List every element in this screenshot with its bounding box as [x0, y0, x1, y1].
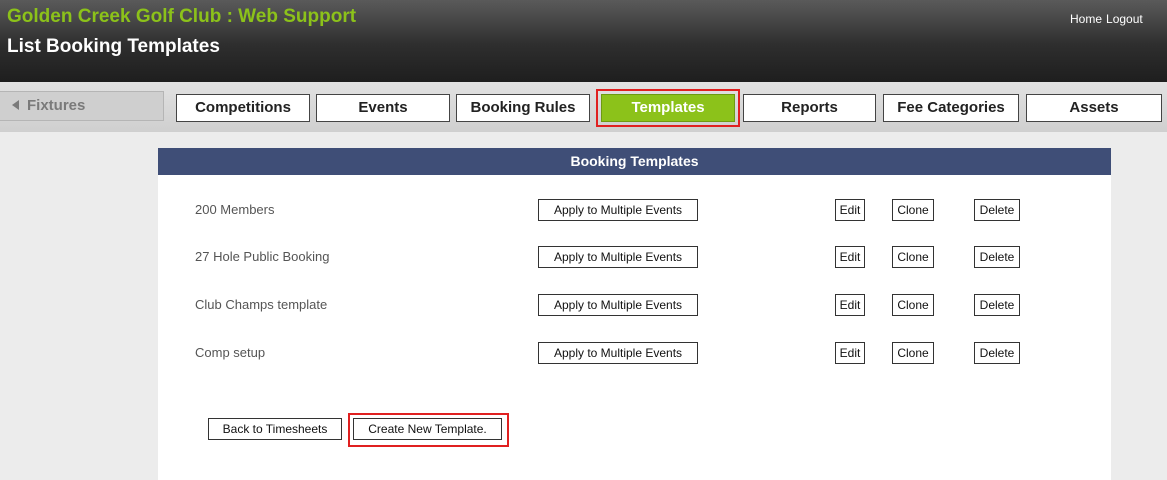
- clone-button[interactable]: Clone: [892, 294, 934, 316]
- edit-button[interactable]: Edit: [835, 294, 865, 316]
- app-header: Golden Creek Golf Club : Web Support Lis…: [0, 0, 1167, 82]
- template-name: 27 Hole Public Booking: [195, 249, 330, 264]
- tab-reports[interactable]: Reports: [743, 94, 876, 122]
- clone-button[interactable]: Clone: [892, 199, 934, 221]
- edit-button[interactable]: Edit: [835, 246, 865, 268]
- tab-events[interactable]: Events: [316, 94, 450, 122]
- clone-button[interactable]: Clone: [892, 342, 934, 364]
- page-title: List Booking Templates: [7, 36, 220, 57]
- template-name: Club Champs template: [195, 297, 328, 312]
- delete-button[interactable]: Delete: [974, 294, 1020, 316]
- apply-multiple-events-button[interactable]: Apply to Multiple Events: [538, 294, 698, 316]
- clone-button[interactable]: Clone: [892, 246, 934, 268]
- create-template-highlight: [348, 413, 509, 447]
- delete-button[interactable]: Delete: [974, 199, 1020, 221]
- back-to-timesheets-button[interactable]: Back to Timesheets: [208, 418, 342, 440]
- fixtures-back-button[interactable]: Fixtures: [0, 91, 164, 121]
- apply-multiple-events-button[interactable]: Apply to Multiple Events: [538, 342, 698, 364]
- delete-button[interactable]: Delete: [974, 342, 1020, 364]
- booking-templates-panel: Booking Templates 200 Members Apply to M…: [158, 148, 1111, 480]
- back-arrow-icon: [12, 100, 19, 110]
- apply-multiple-events-button[interactable]: Apply to Multiple Events: [538, 246, 698, 268]
- apply-multiple-events-button[interactable]: Apply to Multiple Events: [538, 199, 698, 221]
- panel-title: Booking Templates: [158, 148, 1111, 175]
- tab-booking-rules[interactable]: Booking Rules: [456, 94, 590, 122]
- template-name: 200 Members: [195, 202, 275, 217]
- delete-button[interactable]: Delete: [974, 246, 1020, 268]
- logout-link[interactable]: Logout: [1106, 12, 1143, 26]
- club-title: Golden Creek Golf Club : Web Support: [7, 6, 357, 27]
- edit-button[interactable]: Edit: [835, 342, 865, 364]
- edit-button[interactable]: Edit: [835, 199, 865, 221]
- top-links: Home Logout: [1070, 12, 1143, 26]
- nav-bar: Fixtures Competitions Events Booking Rul…: [0, 82, 1167, 132]
- tab-competitions[interactable]: Competitions: [176, 94, 310, 122]
- tab-assets[interactable]: Assets: [1026, 94, 1162, 122]
- templates-highlight: [596, 89, 740, 127]
- fixtures-label: Fixtures: [27, 97, 86, 114]
- home-link[interactable]: Home: [1070, 12, 1102, 26]
- tab-fee-categories[interactable]: Fee Categories: [883, 94, 1019, 122]
- template-name: Comp setup: [195, 345, 266, 360]
